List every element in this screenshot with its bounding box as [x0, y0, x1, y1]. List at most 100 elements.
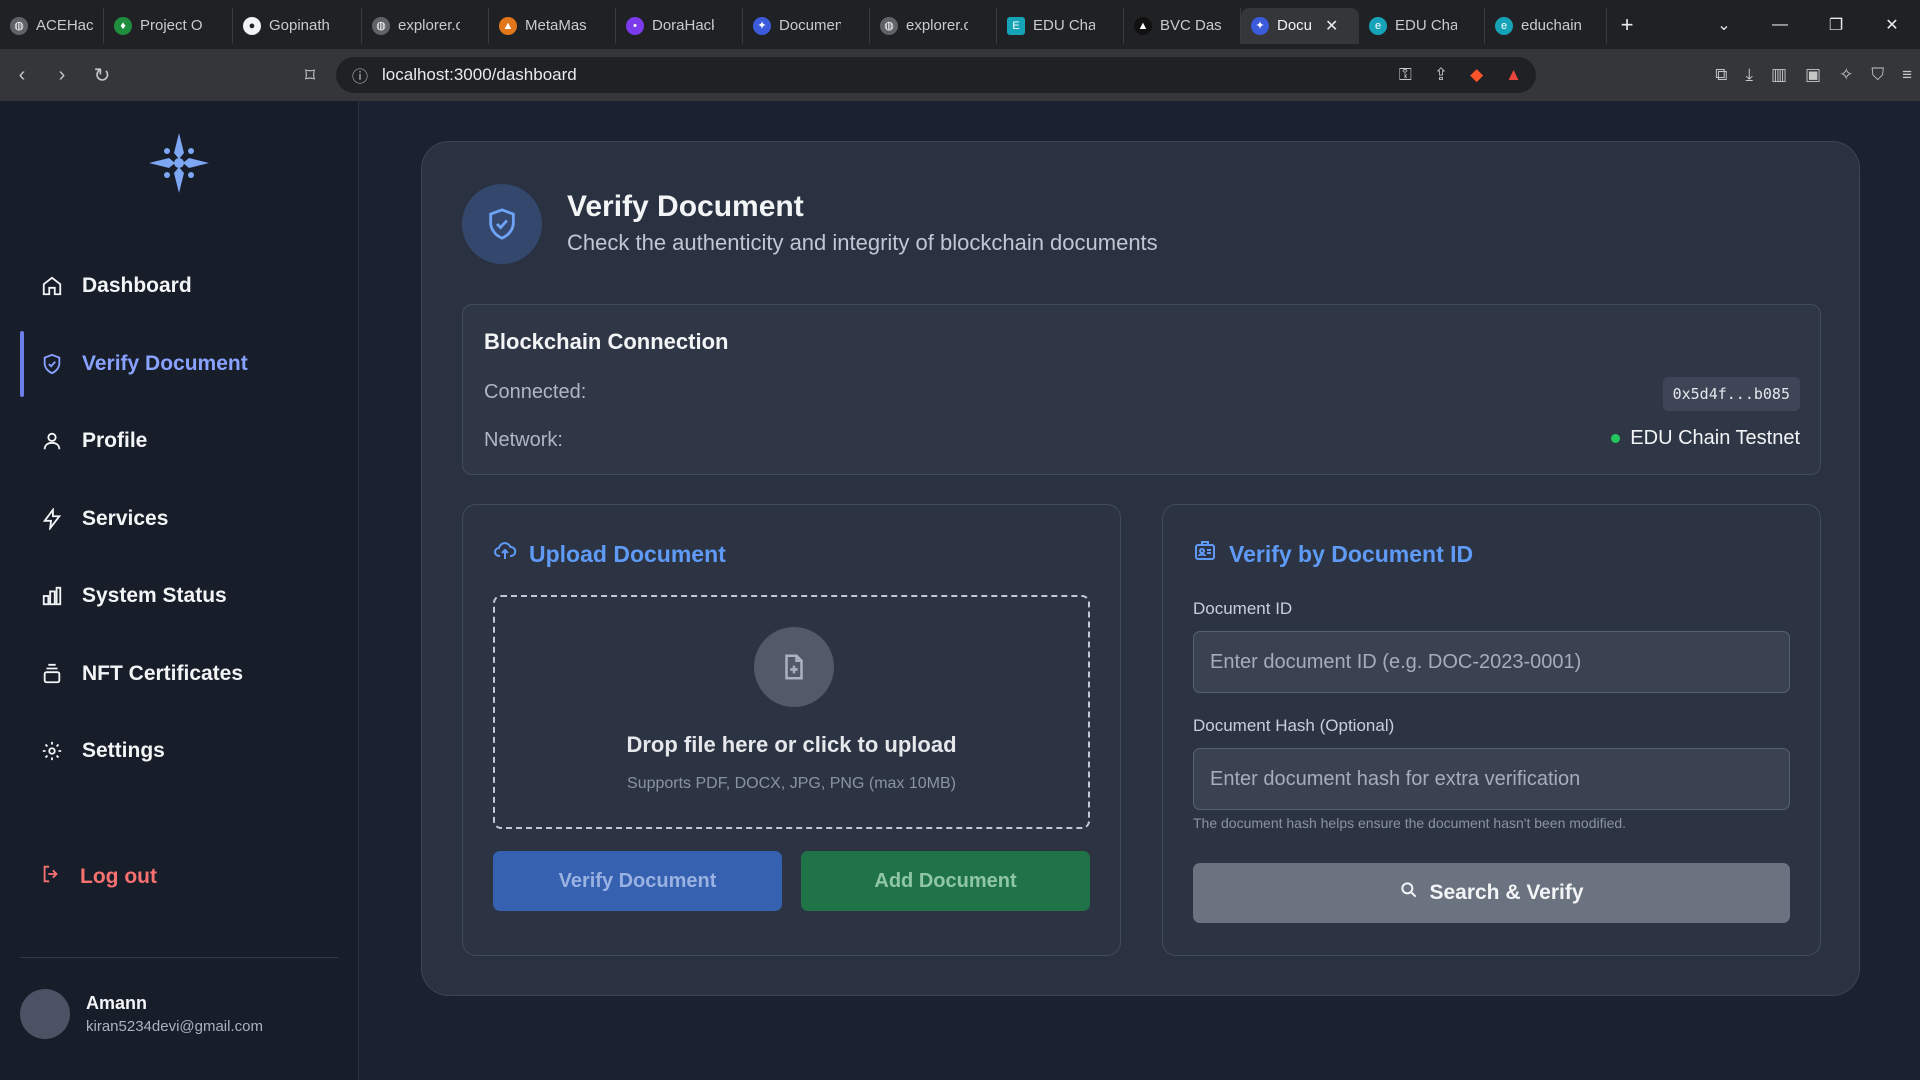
browser-tab[interactable]: • DoraHack	[616, 7, 743, 44]
verify-by-id-panel: Verify by Document ID Document ID Docume…	[1162, 504, 1821, 956]
sidebar-item-system-status[interactable]: System Status	[20, 561, 340, 631]
browser-tab[interactable]: ✦ Documen	[743, 7, 870, 44]
sidebar-item-verify-document[interactable]: Verify Document	[20, 329, 340, 399]
menu-icon[interactable]: ≡	[1902, 65, 1912, 85]
tab-label: Docu	[1277, 17, 1313, 34]
tab-label: Project O	[140, 17, 202, 34]
page-subtitle: Check the authenticity and integrity of …	[567, 230, 1158, 255]
browser-tab[interactable]: ▲ BVC Dash	[1124, 7, 1241, 44]
sidebar-item-nft-certificates[interactable]: NFT Certificates	[20, 639, 340, 709]
document-id-input[interactable]	[1193, 631, 1790, 693]
tab-label: EDU Cha	[1033, 17, 1095, 34]
upload-title-text: Upload Document	[529, 540, 726, 567]
file-drop-zone[interactable]: Drop file here or click to upload Suppor…	[493, 595, 1090, 829]
logout-label: Log out	[80, 865, 157, 888]
main-content: Verify Document Check the authenticity a…	[360, 101, 1920, 1080]
add-document-button[interactable]: Add Document	[801, 851, 1090, 911]
tab-label: DoraHack	[652, 17, 714, 34]
shield-check-icon	[40, 352, 64, 376]
sidebar-item-label: NFT Certificates	[82, 661, 244, 685]
share-icon[interactable]: ⇪	[1434, 65, 1448, 85]
brave-shield-icon[interactable]: ◆	[1470, 65, 1483, 85]
divider	[20, 957, 338, 958]
sidebar-item-profile[interactable]: Profile	[20, 406, 340, 476]
avatar	[20, 989, 70, 1039]
edu-icon: e	[1369, 16, 1387, 35]
user-icon	[40, 429, 64, 453]
drop-zone-hint: Supports PDF, DOCX, JPG, PNG (max 10MB)	[627, 775, 956, 792]
tab-label: BVC Dash	[1160, 17, 1222, 34]
download-icon[interactable]: ⤓	[1745, 65, 1753, 85]
key-icon[interactable]: ⚿	[1399, 65, 1412, 85]
browser-tab[interactable]: e EDU Chai	[1359, 7, 1485, 44]
tab-label: educhain	[1521, 17, 1582, 34]
close-icon[interactable]: ✕	[1325, 16, 1338, 36]
leo-ai-icon[interactable]: ✧	[1839, 65, 1853, 85]
app-icon: ✦	[753, 16, 771, 35]
tab-search-chevron-icon[interactable]: ⌄	[1696, 15, 1752, 35]
minimize-icon[interactable]: —	[1752, 16, 1808, 34]
browser-tab[interactable]: E EDU Cha	[997, 7, 1124, 44]
browser-tab[interactable]: ◍ explorer.c	[870, 7, 997, 44]
browser-tab[interactable]: ◍ ACEHack	[0, 7, 104, 44]
bar-chart-icon	[40, 584, 64, 608]
new-tab-plus-icon[interactable]: +	[1607, 5, 1647, 45]
wallet-icon[interactable]: ▣	[1805, 65, 1821, 85]
tab-label: explorer.c	[398, 17, 460, 34]
leaf-icon: ♦	[114, 16, 132, 35]
sidebar-item-dashboard[interactable]: Dashboard	[20, 251, 340, 321]
search-verify-label: Search & Verify	[1429, 881, 1584, 904]
lightning-icon	[40, 507, 64, 531]
logout-icon	[40, 863, 62, 891]
sidebar-item-label: System Status	[82, 584, 227, 607]
user-email: kiran5234devi@gmail.com	[86, 1018, 263, 1035]
user-card[interactable]: Amann kiran5234devi@gmail.com	[20, 989, 263, 1039]
browser-tab[interactable]: ▲ MetaMas	[489, 7, 616, 44]
document-hash-input[interactable]	[1193, 748, 1790, 810]
browser-tab[interactable]: ♦ Project O	[104, 7, 233, 44]
network-label: Network:	[484, 429, 563, 451]
site-info-icon[interactable]: ⓘ	[352, 63, 368, 87]
layers-icon	[40, 662, 64, 686]
reload-icon[interactable]: ↻	[84, 57, 120, 93]
document-id-label: Document ID	[1193, 599, 1293, 618]
sidebar-item-settings[interactable]: Settings	[20, 716, 340, 786]
vpn-shield-icon[interactable]: ⛉	[1871, 65, 1884, 85]
sidebar-item-label: Settings	[82, 739, 165, 762]
window-controls: ⌄ — ❐ ✕	[1696, 0, 1920, 49]
tab-label: MetaMas	[525, 17, 587, 34]
sidebar-nav: Dashboard Verify Document Profile Servic…	[20, 251, 340, 794]
hash-hint-text: The document hash helps ensure the docum…	[1193, 815, 1627, 831]
document-hash-label: Document Hash (Optional)	[1193, 716, 1395, 735]
restore-icon[interactable]: ❐	[1808, 15, 1864, 35]
extensions-icon[interactable]: ⧉	[1715, 65, 1727, 85]
home-icon	[40, 274, 64, 298]
globe-icon: ◍	[10, 16, 28, 35]
sidebar-item-services[interactable]: Services	[20, 484, 340, 554]
url-text[interactable]: localhost:3000/dashboard	[382, 65, 577, 85]
browser-tab-active[interactable]: ✦ Docu ✕	[1241, 7, 1359, 44]
url-bar[interactable]: ⓘ localhost:3000/dashboard ⚿ ⇪ ◆ ▲	[336, 57, 1536, 93]
edu-icon: E	[1007, 16, 1025, 35]
upload-panel: Upload Document Drop file here or click …	[462, 504, 1121, 956]
logout-button[interactable]: Log out	[40, 863, 157, 891]
search-verify-button[interactable]: Search & Verify	[1193, 863, 1790, 923]
close-window-icon[interactable]: ✕	[1864, 15, 1920, 35]
verify-document-button[interactable]: Verify Document	[493, 851, 782, 911]
brave-rewards-icon[interactable]: ▲	[1505, 65, 1522, 85]
browser-tab[interactable]: ◍ explorer.c	[362, 7, 489, 44]
id-card-icon	[1193, 539, 1217, 569]
browser-tab[interactable]: ● Gopinath	[233, 7, 362, 44]
back-arrow-icon[interactable]: ‹	[4, 57, 40, 93]
sidebar-toggle-icon[interactable]: ▥	[1771, 65, 1787, 85]
extensions-toolbar: ⧉ ⤓ ▥ ▣ ✧ ⛉ ≡	[1715, 57, 1912, 93]
tab-label: Gopinath	[269, 17, 330, 34]
sidebar: Dashboard Verify Document Profile Servic…	[0, 101, 359, 1080]
github-icon: ●	[243, 16, 261, 35]
browser-tab[interactable]: e educhain	[1485, 7, 1607, 44]
upload-title: Upload Document	[493, 539, 726, 569]
forward-arrow-icon[interactable]: ›	[44, 57, 80, 93]
shield-check-icon	[462, 184, 542, 264]
bookmark-icon[interactable]: ⌑	[292, 57, 328, 93]
logo-icon[interactable]	[147, 131, 211, 195]
